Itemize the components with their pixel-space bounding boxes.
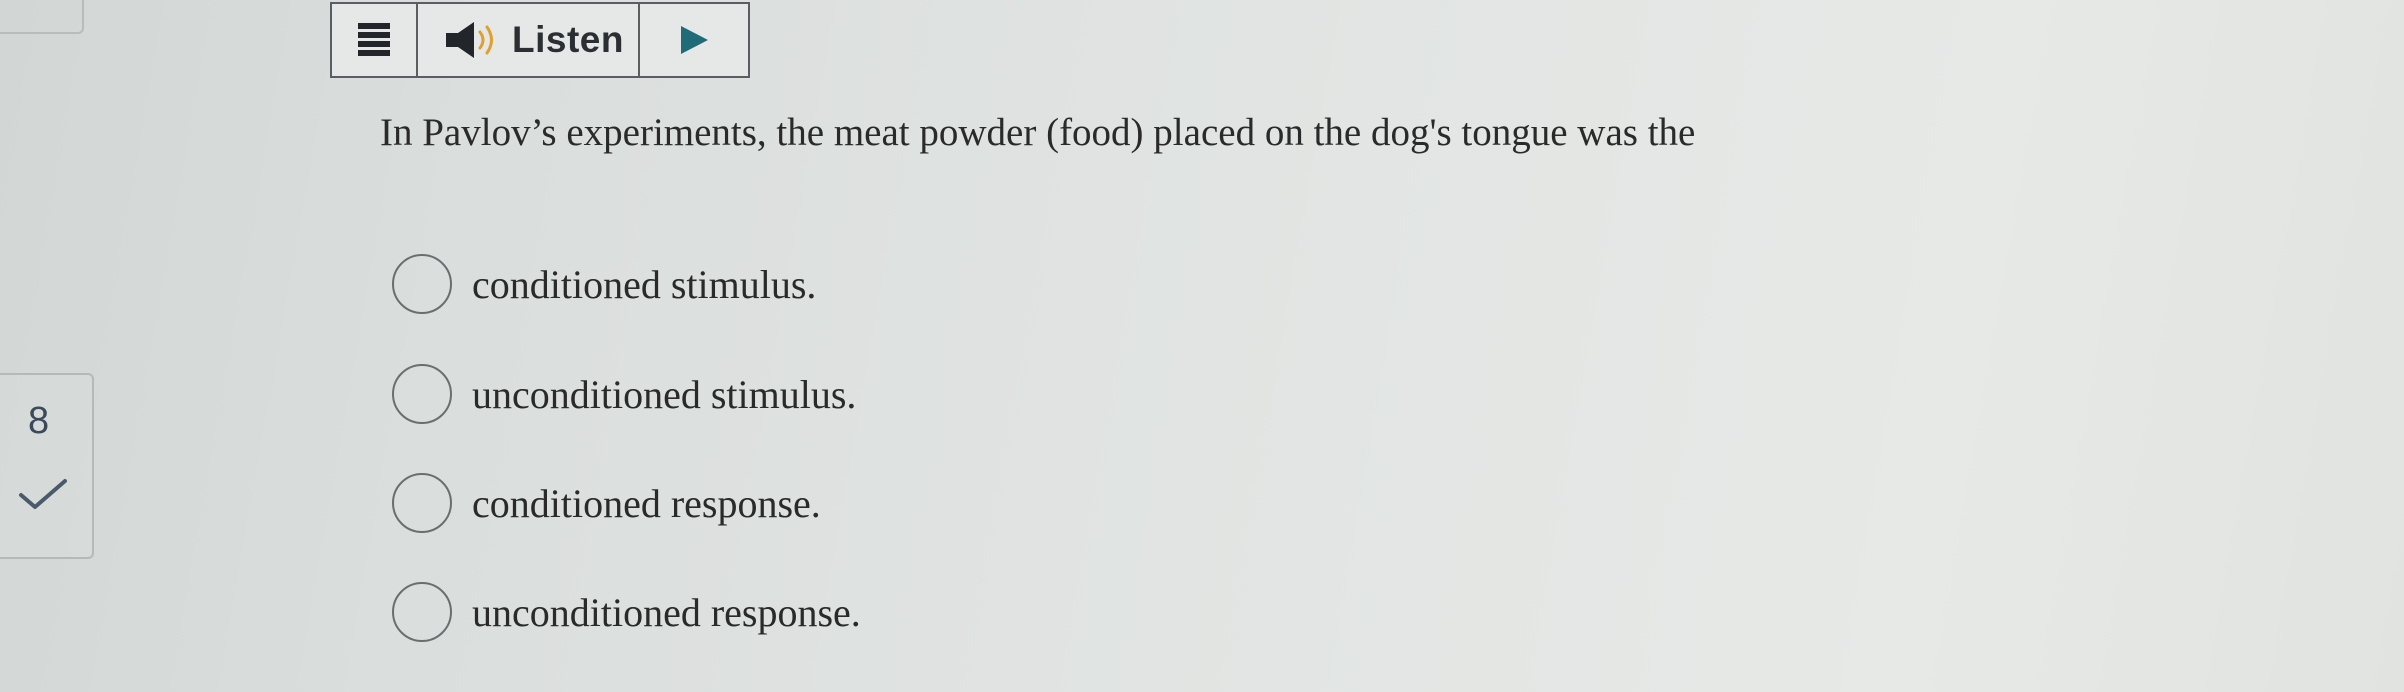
listen-button[interactable]: Listen [418,4,640,76]
answer-option-1[interactable]: conditioned stimulus. [392,254,816,314]
radio-button[interactable] [392,582,452,642]
answer-option-2[interactable]: unconditioned stimulus. [392,364,856,424]
question-prompt: In Pavlov’s experiments, the meat powder… [380,111,1696,154]
menu-button[interactable] [332,4,418,76]
hamburger-menu-icon [358,23,390,56]
option-label: unconditioned stimulus. [472,371,857,417]
play-button[interactable] [640,4,748,76]
option-label: unconditioned response. [472,589,861,635]
listen-toolbar: Listen [330,2,750,78]
answer-option-4[interactable]: unconditioned response. [392,582,861,642]
play-icon [681,26,708,54]
option-label: conditioned response. [472,480,821,526]
radio-button[interactable] [392,254,452,314]
radio-button[interactable] [392,473,452,533]
answer-option-3[interactable]: conditioned response. [392,473,821,533]
previous-panel-edge [0,0,84,34]
radio-button[interactable] [392,364,452,424]
listen-label: Listen [512,19,624,60]
checkmark-icon [19,479,67,509]
question-number: 8 [28,400,50,442]
option-label: conditioned stimulus. [472,261,817,307]
speaker-icon [446,22,493,58]
